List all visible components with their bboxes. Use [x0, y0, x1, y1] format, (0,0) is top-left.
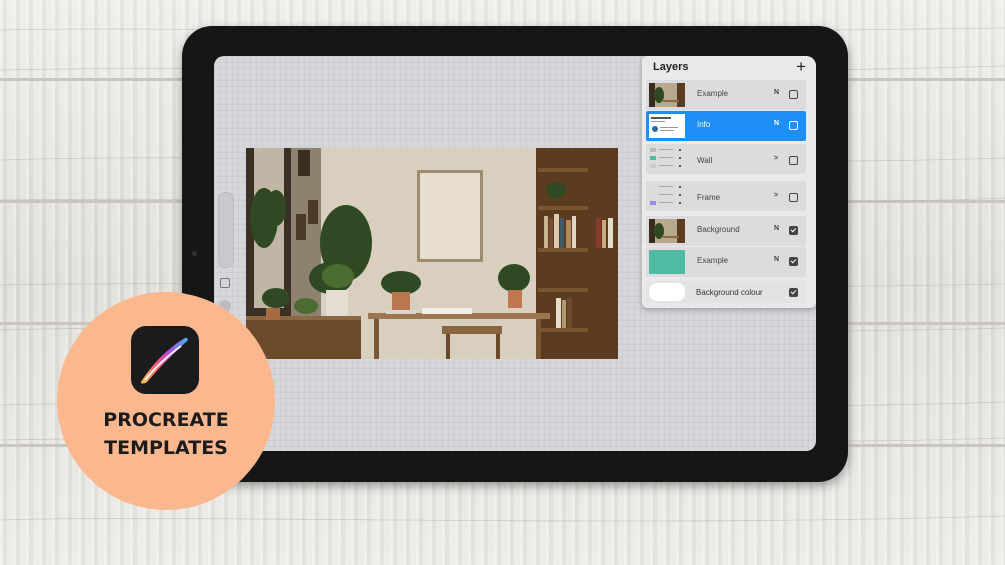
- layer-thumbnail: [649, 250, 685, 274]
- blend-mode-button[interactable]: N: [774, 256, 779, 263]
- layer-visibility-checkbox[interactable]: [789, 90, 798, 99]
- layer-visibility-checkbox[interactable]: [789, 257, 798, 266]
- layer-name: Background: [697, 225, 740, 234]
- layer-row-background[interactable]: Background N: [646, 216, 806, 246]
- group-expand-chevron[interactable]: >: [774, 192, 778, 199]
- tablet-device: Layers + Example N Info N Wall > Frame >…: [182, 26, 848, 482]
- blend-mode-button[interactable]: N: [774, 225, 779, 232]
- modify-button[interactable]: [220, 278, 230, 288]
- layer-name: Info: [697, 120, 711, 129]
- layer-row-info[interactable]: Info N: [646, 111, 806, 141]
- layer-visibility-checkbox[interactable]: [789, 156, 798, 165]
- procreate-brush-icon: [131, 326, 199, 394]
- group-expand-chevron[interactable]: >: [774, 155, 778, 162]
- badge-title-line1: PROCREATE: [103, 409, 229, 431]
- layer-visibility-checkbox[interactable]: [789, 121, 798, 130]
- layer-visibility-checkbox[interactable]: [789, 226, 798, 235]
- plus-icon[interactable]: +: [796, 57, 806, 77]
- badge-title-line2: TEMPLATES: [104, 437, 228, 459]
- brush-size-slider[interactable]: [218, 192, 234, 268]
- layers-panel: Layers + Example N Info N Wall > Frame >…: [642, 56, 816, 308]
- blend-mode-button[interactable]: N: [774, 89, 779, 96]
- layer-name: Example: [697, 89, 729, 98]
- layer-thumbnail: [649, 114, 685, 138]
- layer-visibility-checkbox[interactable]: [789, 193, 798, 202]
- layer-row-example-bottom[interactable]: Example N: [646, 247, 806, 277]
- front-camera: [192, 251, 197, 256]
- layer-thumbnail: [649, 219, 685, 243]
- layer-group-frame[interactable]: Frame >: [646, 181, 806, 211]
- layer-group-wall[interactable]: Wall >: [646, 144, 806, 174]
- layer-row-example-top[interactable]: Example N: [646, 80, 806, 110]
- background-colour-label: Background colour: [696, 288, 763, 297]
- blend-mode-button[interactable]: N: [774, 120, 779, 127]
- background-visibility-checkbox[interactable]: [789, 288, 798, 297]
- procreate-canvas[interactable]: Layers + Example N Info N Wall > Frame >…: [214, 56, 816, 451]
- artwork-room-photo: [246, 148, 618, 359]
- layer-thumbnail: [649, 83, 685, 107]
- background-colour-swatch[interactable]: [649, 283, 685, 301]
- layer-name: Frame: [697, 193, 721, 202]
- procreate-templates-badge: PROCREATE TEMPLATES: [57, 292, 275, 510]
- layer-name: Wall: [697, 156, 713, 165]
- layer-name: Example: [697, 256, 729, 265]
- layers-panel-title: Layers: [653, 61, 689, 73]
- room-illustration: [246, 148, 618, 359]
- group-thumbnail-stack: [649, 184, 685, 208]
- background-colour-row[interactable]: Background colour: [646, 281, 806, 303]
- group-thumbnail-stack: [649, 147, 685, 171]
